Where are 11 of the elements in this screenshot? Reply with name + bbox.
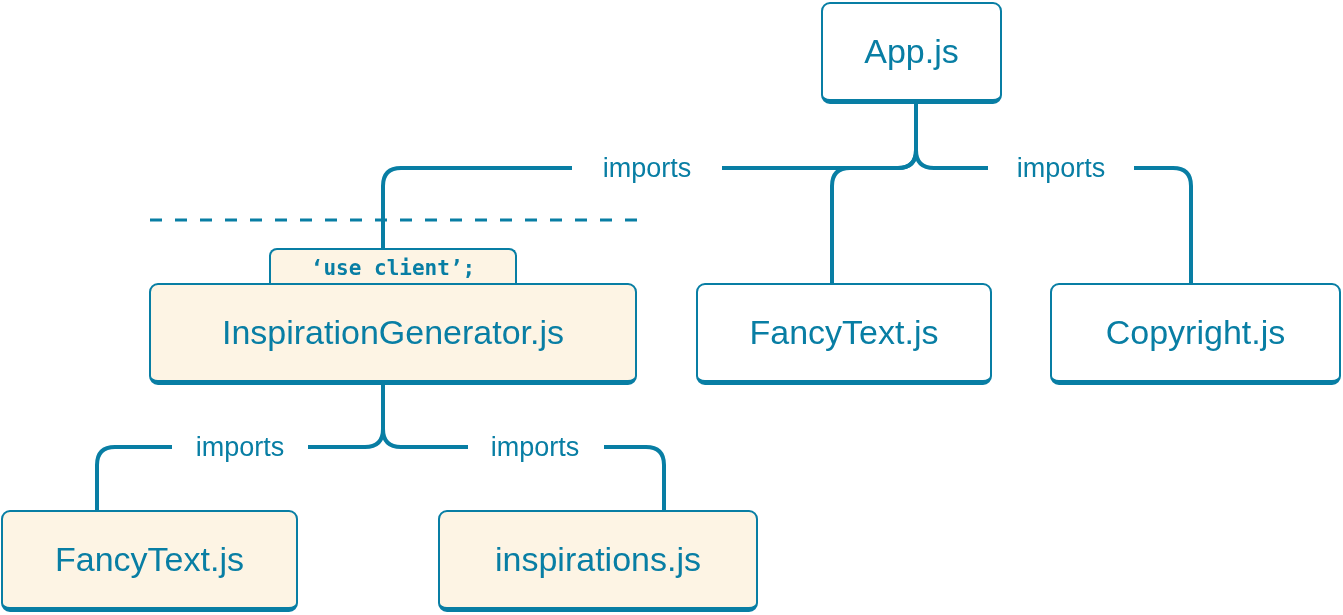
- edge-label: imports: [195, 431, 285, 463]
- module-node: Copyright.js: [1050, 283, 1341, 385]
- directive-tag: ‘use client’;: [269, 248, 517, 285]
- module-node: FancyText.js: [1, 510, 298, 612]
- module-node: InspirationGenerator.js: [149, 283, 637, 385]
- module-node: App.js: [821, 2, 1002, 104]
- edge-label: imports: [1016, 152, 1106, 184]
- module-node: inspirations.js: [438, 510, 758, 612]
- module-node: FancyText.js: [696, 283, 992, 385]
- edge-label: imports: [490, 431, 580, 463]
- edge-label: imports: [602, 152, 692, 184]
